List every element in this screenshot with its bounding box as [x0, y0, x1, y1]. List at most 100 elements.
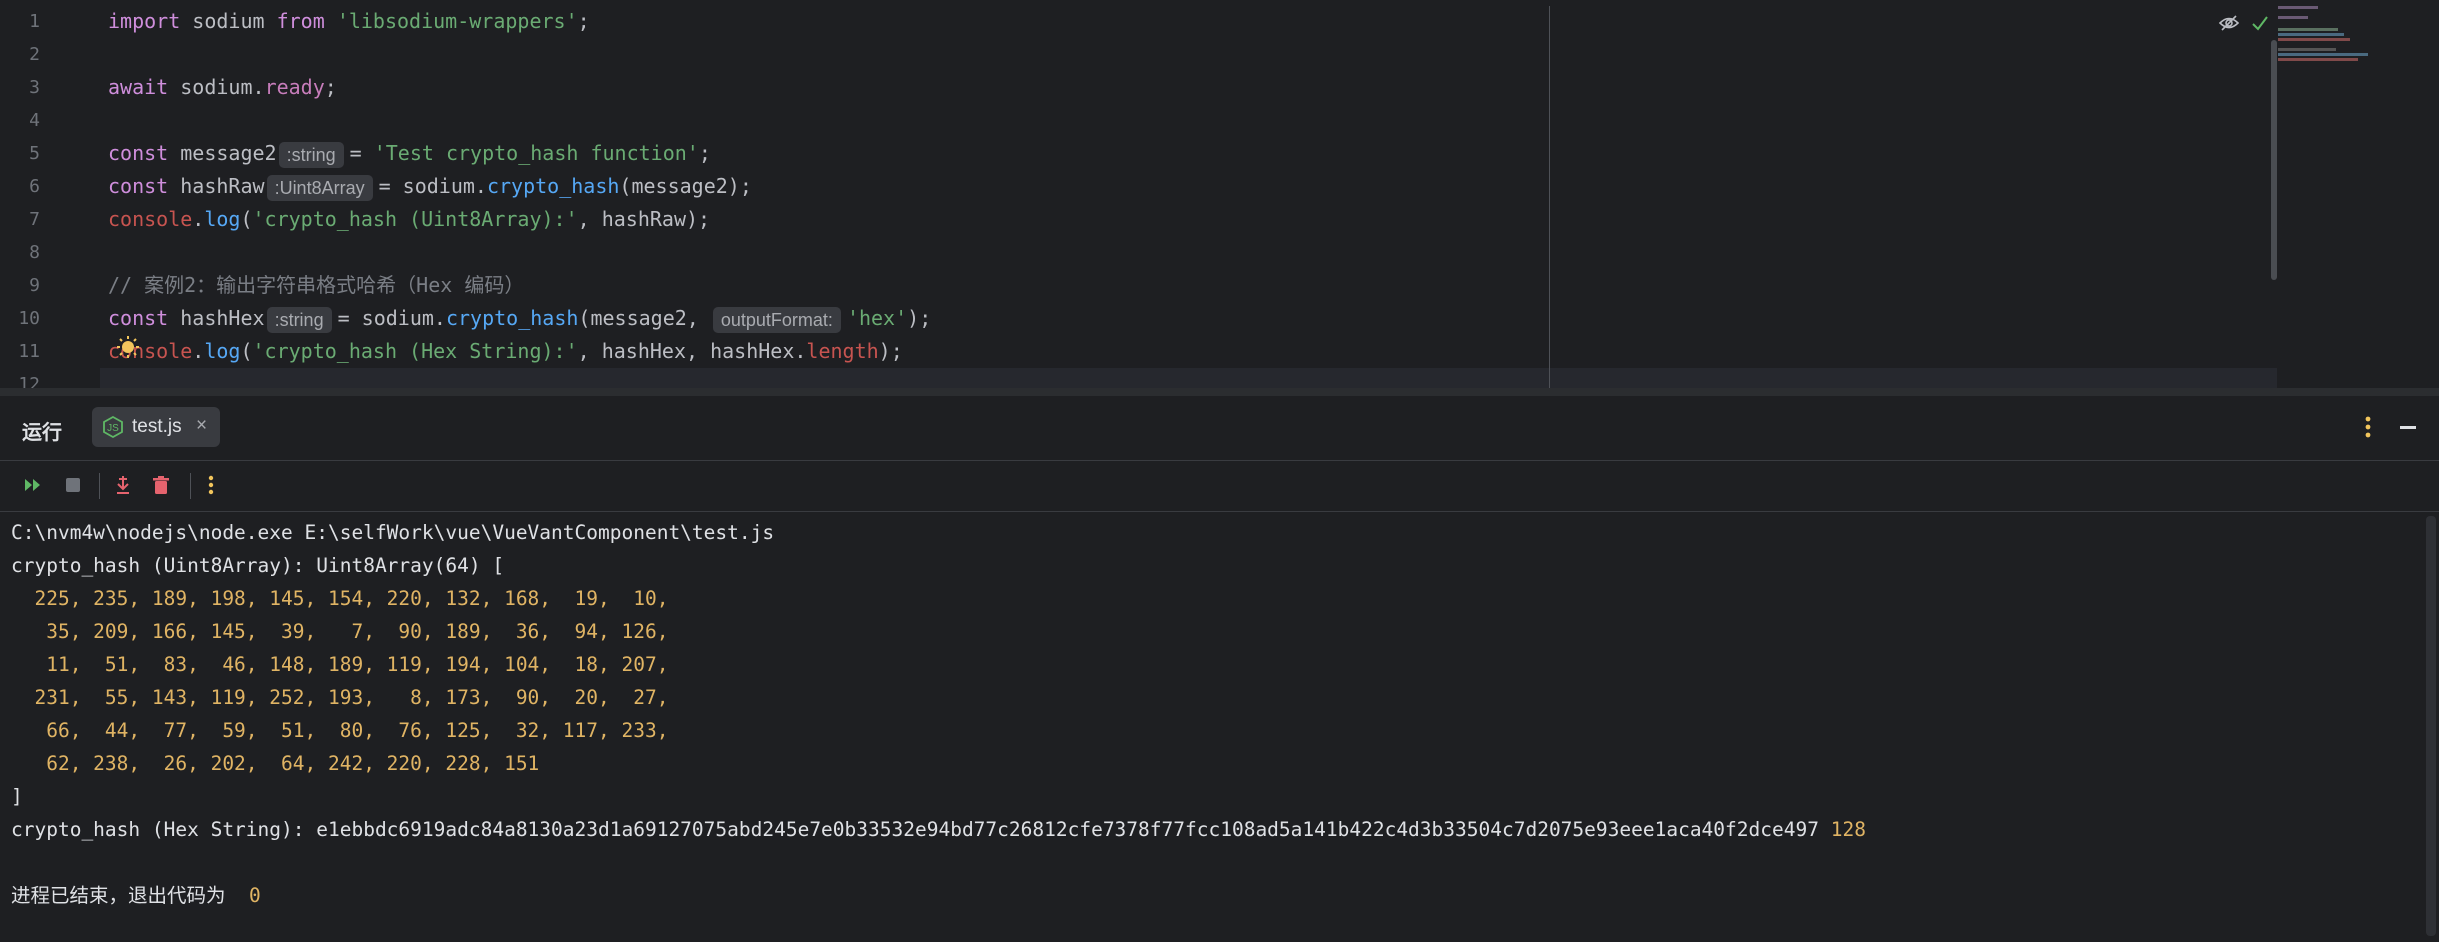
code-editor[interactable]: 1 2 3 4 5 6 7 8 9 10 11 12 import sodium from 'libs…: [0, 0, 2439, 388]
console-line: 225, 235, 189, 198, 145, 154, 220, 132, …: [11, 582, 668, 615]
console-line: 62, 238, 26, 202, 64, 242, 220, 228, 151: [11, 747, 539, 780]
line-number: 3: [29, 77, 40, 98]
editor-scrollbar[interactable]: [2271, 40, 2277, 280]
console-line: 进程已结束，退出代码为 0: [11, 879, 261, 912]
code-line[interactable]: console.log('crypto_hash (Hex String):',…: [108, 335, 903, 368]
line-number: 5: [29, 143, 40, 164]
tab-test-js[interactable]: JS test.js ×: [92, 407, 220, 447]
right-margin-guide: [1549, 6, 1550, 388]
console-output[interactable]: C:\nvm4w\nodejs\node.exe E:\selfWork\vue…: [0, 512, 2425, 942]
line-number-gutter: 1 2 3 4 5 6 7 8 9 10 11 12: [0, 0, 100, 388]
reader-mode-eye-off-icon[interactable]: [2218, 12, 2240, 38]
console-line: 11, 51, 83, 46, 148, 189, 119, 194, 104,…: [11, 648, 668, 681]
current-line-highlight: [100, 368, 2277, 388]
tab-label: test.js: [132, 416, 182, 437]
code-token: sodium: [192, 9, 265, 33]
code-token: ;: [698, 141, 711, 165]
code-token: const: [108, 141, 169, 165]
more-options-kebab-icon[interactable]: [2362, 414, 2374, 440]
code-token: .: [192, 207, 205, 231]
code-token: console: [108, 207, 193, 231]
code-token: = sodium.: [337, 306, 446, 330]
inspection-ok-check-icon[interactable]: [2250, 12, 2270, 38]
line-number: 1: [29, 11, 40, 32]
console-line: 35, 209, 166, 145, 39, 7, 90, 189, 36, 9…: [11, 615, 668, 648]
console-line: crypto_hash (Hex String): e1ebbdc6919adc…: [11, 813, 1866, 846]
code-line[interactable]: // 案例2：输出字符串格式哈希（Hex 编码）: [108, 269, 524, 302]
code-token: log: [204, 339, 241, 363]
code-token: , hashRaw);: [577, 207, 711, 231]
code-line[interactable]: console.log('crypto_hash (Uint8Array):',…: [108, 203, 710, 236]
code-line[interactable]: import sodium from 'libsodium-wrappers';: [108, 5, 590, 38]
rerun-icon[interactable]: [22, 474, 44, 496]
minimize-icon[interactable]: [2400, 426, 2416, 429]
console-text: crypto_hash (Hex String): e1ebbdc6919adc…: [11, 818, 1819, 841]
code-token: from: [276, 9, 325, 33]
code-token: import: [108, 9, 181, 33]
code-token: 'hex': [846, 306, 908, 330]
console-scrollbar[interactable]: [2426, 516, 2436, 936]
code-line[interactable]: const message2:string = 'Test crypto_hash…: [108, 137, 711, 170]
code-token: // 案例2：输出字符串格式哈希（Hex 编码）: [108, 273, 525, 297]
code-line[interactable]: await sodium.ready;: [108, 71, 337, 104]
console-text: 66, 44, 77, 59, 51, 80, 76, 125, 32, 117…: [11, 719, 669, 742]
line-number: 12: [18, 374, 40, 388]
line-number: 10: [18, 308, 40, 329]
code-token: await: [108, 75, 169, 99]
console-text: 225, 235, 189, 198, 145, 154, 220, 132, …: [11, 587, 669, 610]
code-token: =: [349, 141, 374, 165]
scroll-to-end-icon[interactable]: [112, 474, 134, 496]
console-text: C:\nvm4w\nodejs\node.exe E:\selfWork\vue…: [11, 521, 775, 544]
line-number: 8: [29, 242, 40, 263]
panel-splitter[interactable]: [0, 388, 2439, 396]
code-token: message2: [180, 141, 277, 165]
inlay-hint[interactable]: :string: [266, 306, 332, 333]
code-token: = sodium.: [378, 174, 487, 198]
code-token: 'Test crypto_hash function': [373, 141, 699, 165]
stop-icon[interactable]: [62, 474, 84, 496]
console-text: 进程已结束，退出代码为: [11, 884, 238, 907]
lightbulb-icon[interactable]: [117, 336, 139, 358]
tab-close-icon[interactable]: ×: [196, 415, 207, 437]
code-token: const: [108, 306, 169, 330]
toolbar-divider: [190, 473, 191, 499]
clear-trash-icon[interactable]: [150, 474, 172, 496]
line-number: 4: [29, 110, 40, 131]
toolbar-divider: [99, 473, 100, 499]
code-token: );: [878, 339, 903, 363]
inlay-hint[interactable]: outputFormat:: [712, 306, 841, 333]
nodejs-file-icon: JS: [102, 415, 124, 439]
console-line: crypto_hash (Uint8Array): Uint8Array(64)…: [11, 549, 504, 582]
code-token: sodium.: [180, 75, 265, 99]
line-number: 6: [29, 176, 40, 197]
code-token: );: [907, 306, 932, 330]
code-token: (message2,: [578, 306, 711, 330]
console-line: 231, 55, 143, 119, 252, 193, 8, 173, 90,…: [11, 681, 668, 714]
code-token: crypto_hash: [445, 306, 579, 330]
code-token: crypto_hash: [486, 174, 620, 198]
code-token: 'crypto_hash (Hex String):': [252, 339, 578, 363]
run-toolbar: [0, 461, 2439, 512]
inlay-hint[interactable]: :string: [278, 141, 344, 168]
console-text: 35, 209, 166, 145, 39, 7, 90, 189, 36, 9…: [11, 620, 669, 643]
console-text: 231, 55, 143, 119, 252, 193, 8, 173, 90,…: [11, 686, 669, 709]
inlay-hint[interactable]: :Uint8Array: [266, 174, 373, 201]
code-token: hashRaw: [180, 174, 265, 198]
console-text: 11, 51, 83, 46, 148, 189, 119, 194, 104,…: [11, 653, 669, 676]
code-token: hashHex: [180, 306, 265, 330]
code-token: (: [240, 339, 253, 363]
code-line[interactable]: const hashHex:string = sodium.crypto_hash…: [108, 302, 931, 335]
code-token: ready: [264, 75, 325, 99]
run-tab-bar: 运行 JS test.js ×: [0, 396, 2439, 461]
code-token: length: [806, 339, 879, 363]
code-minimap[interactable]: [2276, 4, 2439, 74]
console-text: ]: [11, 785, 23, 808]
console-number: 128: [1830, 818, 1866, 841]
code-line[interactable]: const hashRaw:Uint8Array = sodium.crypto_…: [108, 170, 752, 203]
toolbar-more-kebab-icon[interactable]: [205, 474, 227, 496]
line-number: 9: [29, 275, 40, 296]
console-line: 66, 44, 77, 59, 51, 80, 76, 125, 32, 117…: [11, 714, 668, 747]
code-token: (: [240, 207, 253, 231]
code-token: ;: [324, 75, 337, 99]
code-token: (message2);: [619, 174, 752, 198]
